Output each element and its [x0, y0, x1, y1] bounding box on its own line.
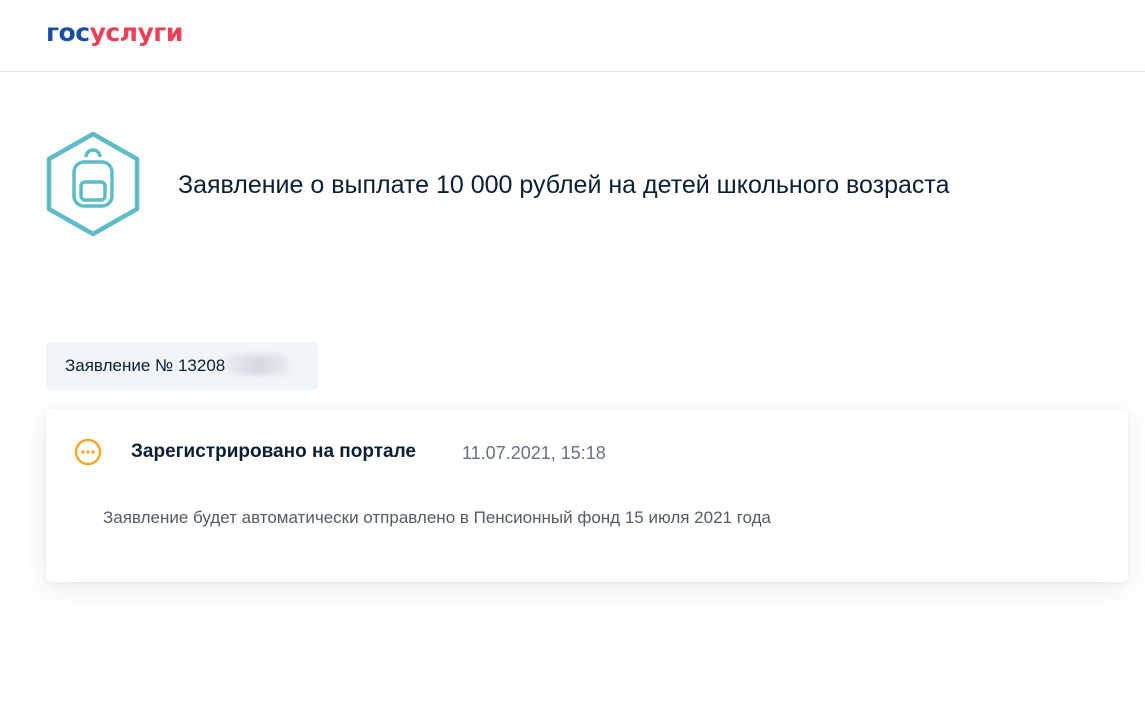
logo-part-gos: гос — [46, 18, 90, 47]
logo-part-uslugi: услуги — [89, 18, 184, 47]
application-number-label: Заявление № 13208 — [65, 356, 226, 375]
redacted-number-blur — [226, 355, 289, 375]
page-title: Заявление о выплате 10 000 рублей на дет… — [178, 171, 950, 199]
backpack-icon — [46, 131, 140, 237]
application-number-badge: Заявление № 13208 — [46, 342, 318, 390]
gosuslugi-logo[interactable]: госуслуги — [46, 16, 183, 50]
in-progress-dots-icon — [74, 438, 102, 466]
status-card: Зарегистрировано на портале 11.07.2021, … — [46, 409, 1128, 582]
status-datetime: 11.07.2021, 15:18 — [462, 443, 606, 463]
site-header: госуслуги — [0, 0, 1145, 72]
status-message: Заявление будет автоматически отправлено… — [103, 508, 771, 527]
status-label: Зарегистрировано на портале — [131, 441, 416, 462]
